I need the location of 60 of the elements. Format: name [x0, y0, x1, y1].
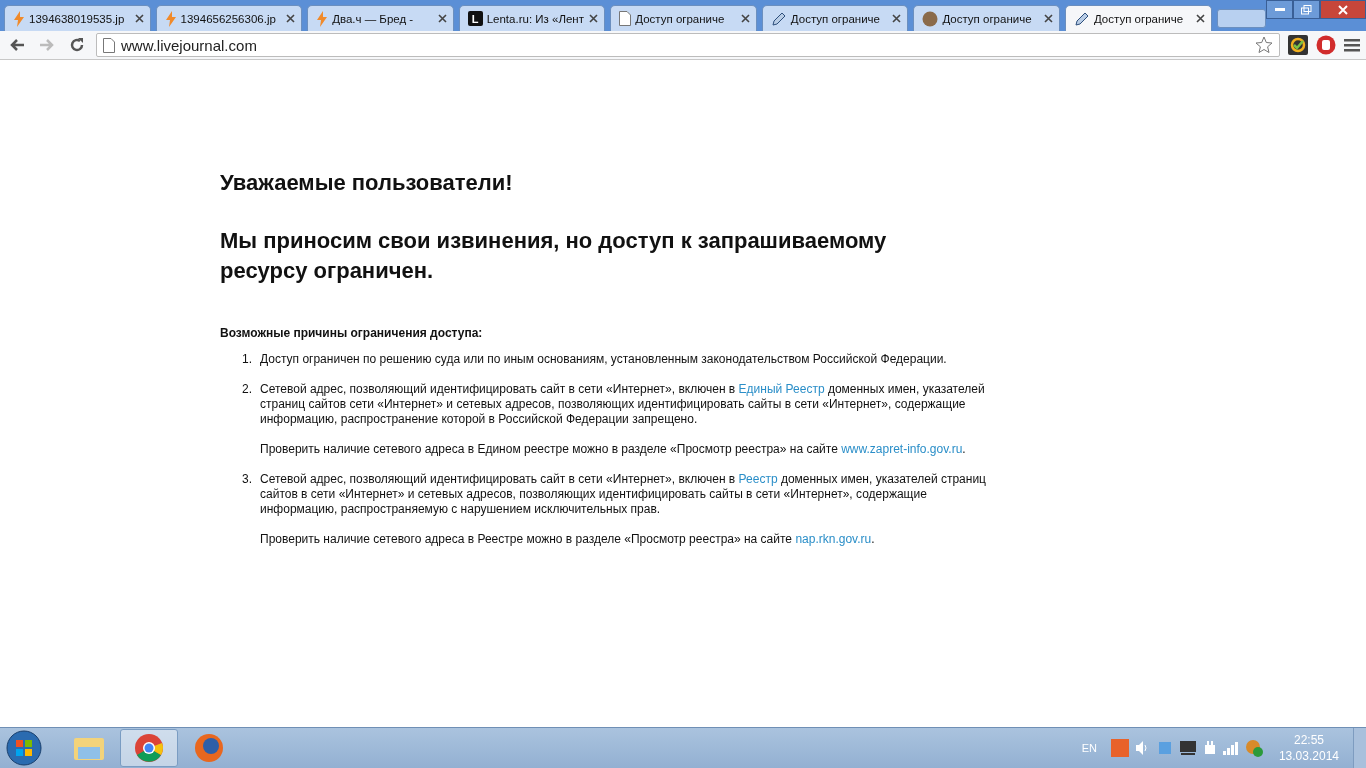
close-icon[interactable]	[437, 14, 447, 23]
browser-tab[interactable]: 1394656256306.jp	[155, 5, 303, 31]
restore-icon	[1301, 4, 1312, 15]
minimize-icon	[1274, 7, 1285, 12]
star-icon[interactable]	[1255, 36, 1273, 54]
close-icon[interactable]	[892, 14, 902, 23]
close-window-button[interactable]	[1320, 0, 1366, 19]
close-icon[interactable]	[134, 14, 144, 23]
reason-paragraph: Доступ ограничен по решению суда или по иным основаниям, установленным законодательством Российской Федерации.	[260, 352, 948, 367]
lightning-icon	[316, 10, 329, 27]
page-icon	[103, 37, 115, 53]
browser-tab[interactable]: Доступ ограниче	[761, 5, 909, 31]
lightning-icon	[13, 10, 25, 27]
list-number: 2.	[242, 382, 253, 398]
network-check-icon[interactable]	[1244, 739, 1263, 757]
close-icon[interactable]	[589, 14, 599, 23]
chrome-icon	[134, 733, 164, 763]
pencil-icon	[1073, 10, 1090, 27]
stop-hand-icon[interactable]	[1316, 35, 1336, 55]
restore-button[interactable]	[1293, 0, 1320, 19]
folder-icon	[73, 735, 105, 761]
address-bar[interactable]: www.livejournal.com	[96, 33, 1280, 57]
avatar-icon	[922, 10, 939, 27]
list-number: 3.	[242, 472, 253, 488]
forward-arrow-icon	[39, 38, 55, 52]
close-icon[interactable]	[740, 14, 750, 23]
site-logo-icon: L	[467, 11, 483, 26]
close-icon[interactable]	[286, 14, 296, 23]
reason-paragraph: Проверить наличие сетевого адреса в Реестре можно в разделе «Просмотр реестра» на сайте nap.rkn.gov.ru.	[260, 532, 876, 547]
menu-icon[interactable]	[1344, 38, 1360, 52]
browser-tab[interactable]: Доступ ограниче	[610, 5, 757, 31]
monitor-icon[interactable]	[1178, 740, 1197, 756]
pencil-icon	[770, 10, 787, 27]
list-number: 1.	[242, 352, 253, 367]
reasons-heading: Возможные причины ограничения доступа:	[220, 326, 484, 340]
page-icon	[619, 11, 632, 26]
minimize-button[interactable]	[1266, 0, 1293, 19]
reason-paragraph: Сетевой адрес, позволяющий идентифицировать сайт в сети «Интернет», включен в Единый Реестр доменных имен, указателей страниц сайтов сети «Интернет» и сетевых адресов, позволяющих идентифицировать сайты в сети «Интернет», содержащие информацию, распространение которой в Российской Федерации запрещено.	[260, 382, 986, 427]
greeting-heading: Уважаемые пользователи!	[220, 169, 514, 197]
browser-tab[interactable]: L Lenta.ru: Из «Лент	[458, 5, 606, 31]
close-icon[interactable]	[1043, 14, 1053, 23]
apology-heading: Мы приносим свои извинения, но доступ к запрашиваемому ресурсу ограничен.	[220, 227, 888, 285]
reload-icon	[69, 37, 85, 53]
extension-icon[interactable]	[1288, 35, 1308, 55]
browser-tab[interactable]: Доступ ограниче	[1064, 5, 1212, 31]
close-icon[interactable]	[1195, 14, 1205, 23]
firefox-icon	[194, 733, 224, 763]
browser-tab[interactable]: 1394638019535.jp	[4, 5, 151, 31]
back-arrow-icon	[9, 38, 25, 52]
registry-link[interactable]: Единый Реестр	[738, 382, 825, 396]
reason-paragraph: Сетевой адрес, позволяющий идентифицировать сайт в сети «Интернет», включен в Реестр доменных имен, указателей страниц сайтов в сети «Интернет» и сетевых адресов, позволяющих идентифицировать сайты в сети «Интернет», содержащие информацию, распространяемую с нарушением исключительных прав.	[260, 472, 987, 517]
url-input[interactable]: www.livejournal.com	[121, 36, 1249, 54]
lightning-icon	[164, 10, 177, 27]
taskbar-app-button[interactable]	[120, 729, 178, 767]
close-icon	[1338, 4, 1348, 15]
registry-link[interactable]: Реестр	[738, 472, 778, 486]
browser-tab[interactable]: Два.ч — Бред -	[307, 5, 454, 31]
browser-tab[interactable]: Доступ ограниче	[913, 5, 1060, 31]
reason-paragraph: Проверить наличие сетевого адреса в Едином реестре можно в разделе «Просмотр реестра» на сайте www.zapret-info.gov.ru.	[260, 442, 967, 457]
start-button[interactable]	[4, 729, 44, 767]
